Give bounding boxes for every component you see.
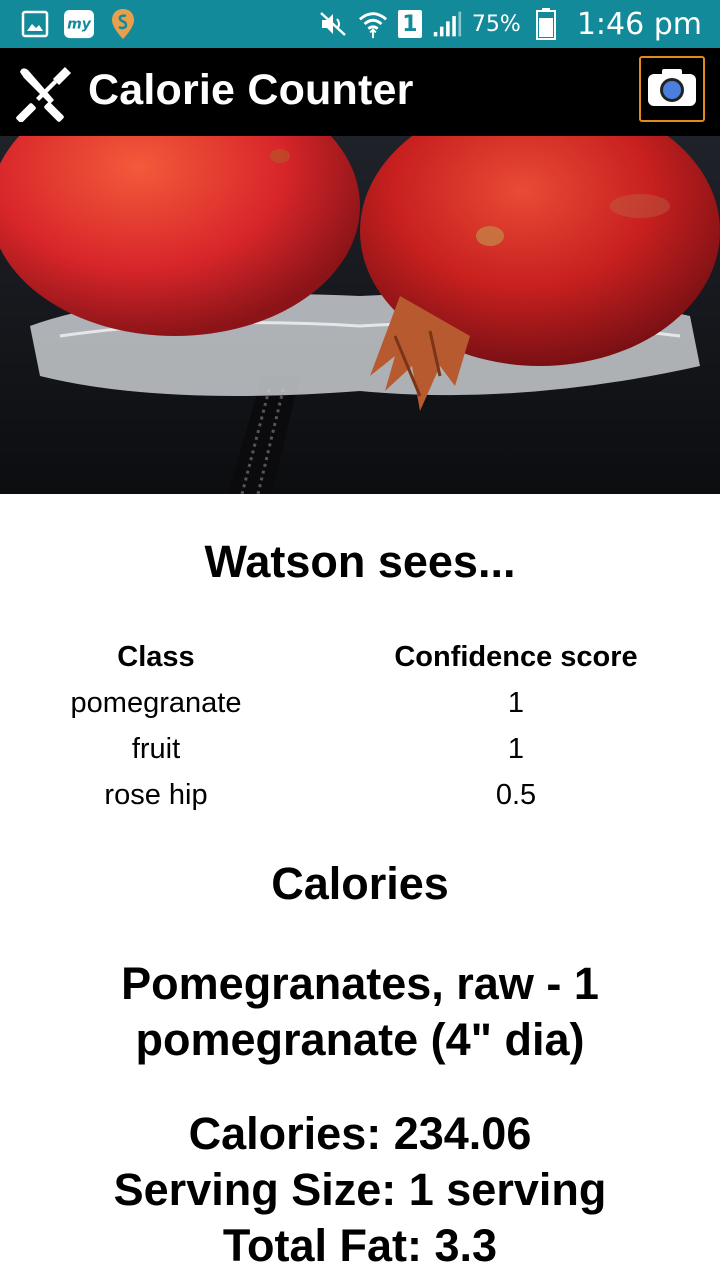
score-cell: 0.5 <box>495 778 537 811</box>
signal-icon <box>432 9 462 39</box>
class-cell: pomegranate <box>70 686 242 719</box>
column-header-class: Class <box>117 640 195 673</box>
battery-icon <box>531 8 561 40</box>
nutrition-facts: Calories: 234.06 Serving Size: 1 serving… <box>0 1106 720 1274</box>
sim-icon: 1 <box>397 10 422 38</box>
fork-knife-icon <box>14 62 74 123</box>
score-cell: 1 <box>507 686 525 719</box>
calories-heading: Calories <box>271 858 449 909</box>
food-photo <box>0 136 720 494</box>
food-name: Pomegranates, raw - 1 pomegranate (4" di… <box>121 958 599 1065</box>
swiggy-icon <box>108 9 138 39</box>
app-title: Calorie Counter <box>88 66 414 114</box>
system-status: 1 75% 1:46 pm <box>318 6 702 42</box>
mute-icon <box>318 9 348 39</box>
class-cell: fruit <box>131 732 181 765</box>
svg-text:my: my <box>67 17 92 33</box>
battery-percent: 75% <box>471 11 521 37</box>
camera-button[interactable] <box>639 56 705 122</box>
classification-table: Class Confidence score pomegranate 1 fru… <box>0 634 720 818</box>
table-row: rose hip 0.5 <box>0 772 720 818</box>
calories-value: Calories: 234.06 <box>188 1108 532 1159</box>
gallery-icon <box>20 9 50 39</box>
table-header-row: Class Confidence score <box>0 634 720 680</box>
column-header-confidence: Confidence score <box>394 640 638 673</box>
table-row: fruit 1 <box>0 726 720 772</box>
class-cell: rose hip <box>104 778 208 811</box>
notification-icons: my <box>20 8 138 40</box>
clock: 1:46 pm <box>576 6 702 42</box>
status-bar: my 1 75% 1:46 pm <box>0 0 720 48</box>
camera-icon <box>646 66 698 113</box>
table-row: pomegranate 1 <box>0 680 720 726</box>
app-bar: Calorie Counter <box>0 48 720 136</box>
watson-heading: Watson sees... <box>204 536 516 587</box>
total-fat: Total Fat: 3.3 <box>222 1220 498 1271</box>
wifi-icon <box>358 9 388 39</box>
serving-size: Serving Size: 1 serving <box>113 1164 607 1215</box>
score-cell: 1 <box>507 732 525 765</box>
mytel-app-icon: my <box>64 9 94 39</box>
